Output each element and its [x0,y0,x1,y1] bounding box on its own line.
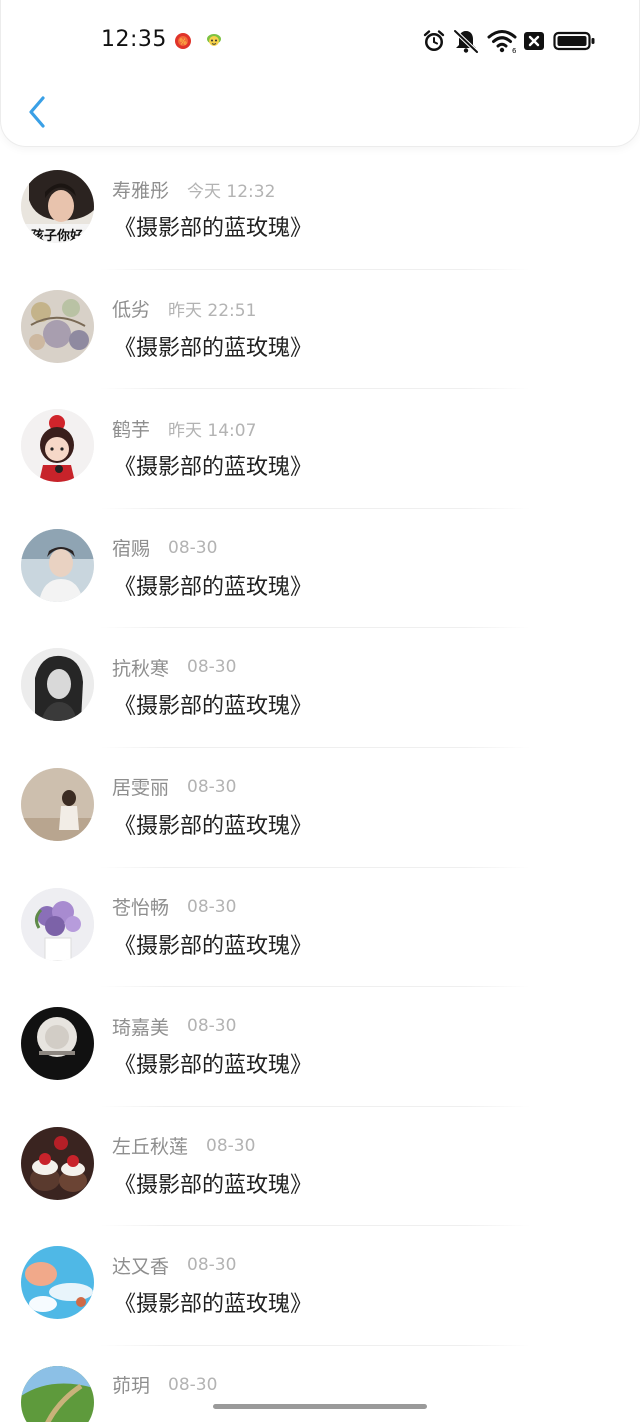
list-item[interactable]: 达又香 08-30 《摄影部的蓝玫瑰》 [0,1226,640,1346]
avatar[interactable] [21,1126,94,1200]
svg-text:6: 6 [512,47,517,54]
list-item[interactable]: 茆玥 08-30 [0,1346,640,1422]
status-time: 12:35 [101,27,167,52]
commenter-name: 抗秋寒 [112,657,170,680]
list-item[interactable]: 居雯丽 08-30 《摄影部的蓝玫瑰》 [0,748,640,868]
comment-time: 昨天 22:51 [168,301,257,322]
work-title: 《摄影部的蓝玫瑰》 [114,1172,313,1198]
commenter-name: 茆玥 [112,1375,151,1398]
avatar[interactable] [21,289,94,363]
comment-time: 08-30 [187,1255,237,1276]
comment-time: 08-30 [187,657,237,678]
comment-time: 08-30 [187,1016,237,1037]
app-screen: 12:35 % 6 孩子你好 寿雅彤 今天 12:32 《摄影部的蓝玫瑰》 低劣… [0,0,640,1422]
avatar[interactable] [21,528,94,602]
work-title: 《摄影部的蓝玫瑰》 [114,933,313,959]
commenter-name: 宿赐 [112,538,151,561]
avatar-caption: 孩子你好 [31,228,83,243]
commenter-name: 琦嘉美 [112,1016,170,1039]
avatar[interactable] [21,767,94,841]
work-title: 《摄影部的蓝玫瑰》 [114,813,313,839]
avatar[interactable] [21,887,94,961]
work-title: 《摄影部的蓝玫瑰》 [114,1292,313,1318]
back-button[interactable] [19,92,55,132]
comment-time: 08-30 [187,776,237,797]
work-title: 《摄影部的蓝玫瑰》 [114,216,313,241]
list-item[interactable]: 低劣 昨天 22:51 《摄影部的蓝玫瑰》 [0,270,640,390]
comment-time: 今天 12:32 [187,181,276,202]
chevron-left-icon [29,96,45,128]
commenter-name: 左丘秋莲 [112,1136,189,1159]
commenter-name: 居雯丽 [112,777,170,800]
commenter-name: 寿雅彤 [112,179,170,202]
avatar[interactable] [21,1246,94,1320]
commenter-name: 鹤芋 [112,418,151,441]
avatar[interactable] [21,409,94,483]
comment-list: 孩子你好 寿雅彤 今天 12:32 《摄影部的蓝玫瑰》 低劣 昨天 22:51 … [0,150,640,1422]
header: 12:35 % 6 [0,0,640,147]
status-bar: 12:35 % 6 [1,0,640,82]
work-title: 《摄影部的蓝玫瑰》 [114,694,313,720]
comment-time: 08-30 [168,537,218,558]
commenter-name: 达又香 [112,1255,170,1278]
home-indicator[interactable] [213,1404,427,1409]
comment-time: 08-30 [187,896,237,917]
battery-icon [553,31,595,51]
comment-time: 昨天 14:07 [168,420,257,441]
work-title: 《摄影部的蓝玫瑰》 [114,574,313,600]
alarm-icon [423,30,445,51]
commenter-name: 低劣 [112,299,151,322]
green-app-notification-icon [207,34,221,46]
muted-bell-icon [453,29,479,54]
avatar[interactable] [21,1365,94,1422]
wifi-icon: 6 [487,30,517,54]
red-app-notification-icon: % [175,33,191,49]
list-item[interactable]: 鹤芋 昨天 14:07 《摄影部的蓝玫瑰》 [0,389,640,509]
work-title: 《摄影部的蓝玫瑰》 [114,335,313,361]
list-item[interactable]: 孩子你好 寿雅彤 今天 12:32 《摄影部的蓝玫瑰》 [0,150,640,270]
list-item[interactable]: 左丘秋莲 08-30 《摄影部的蓝玫瑰》 [0,1107,640,1227]
no-sim-icon [524,32,544,50]
avatar[interactable] [21,648,94,722]
list-item[interactable]: 苍怡畅 08-30 《摄影部的蓝玫瑰》 [0,868,640,988]
list-item[interactable]: 宿赐 08-30 《摄影部的蓝玫瑰》 [0,509,640,629]
comment-time: 08-30 [168,1374,218,1395]
list-item[interactable]: 琦嘉美 08-30 《摄影部的蓝玫瑰》 [0,987,640,1107]
comment-time: 08-30 [206,1135,256,1156]
list-item[interactable]: 抗秋寒 08-30 《摄影部的蓝玫瑰》 [0,628,640,748]
avatar[interactable]: 孩子你好 [21,170,94,243]
work-title: 《摄影部的蓝玫瑰》 [114,1053,313,1079]
avatar[interactable] [21,1007,94,1081]
commenter-name: 苍怡畅 [112,897,170,920]
work-title: 《摄影部的蓝玫瑰》 [114,455,313,481]
svg-text:%: % [179,38,187,47]
